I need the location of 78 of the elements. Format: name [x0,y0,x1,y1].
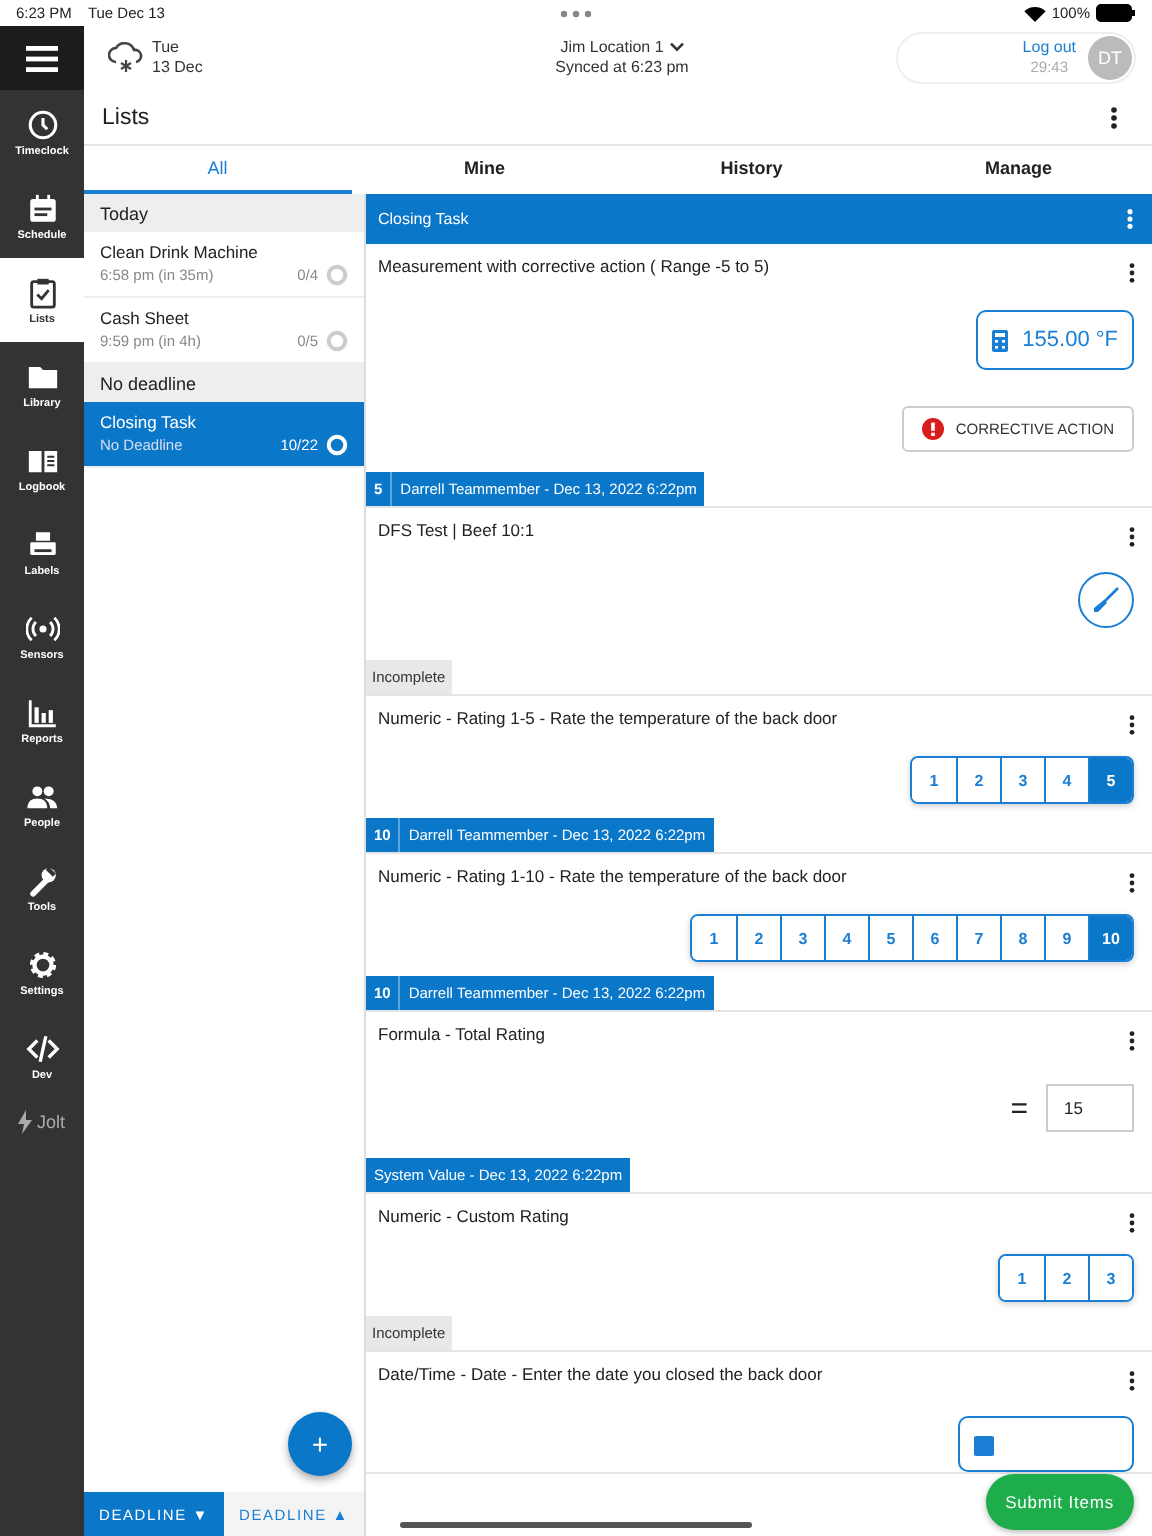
calculator-icon [992,329,1009,351]
wrench-icon [25,863,59,897]
thermometer-probe-icon [1092,586,1120,614]
cloud-snow-icon [108,42,144,74]
clock-icon [25,107,59,141]
rating-option[interactable]: 9 [1044,916,1088,960]
bolt-logo-icon [18,1110,33,1134]
sync-status: Synced at 6:23 pm [555,56,689,78]
task-title: DFS Test | Beef 10:1 [378,520,535,540]
more-icon[interactable] [1128,714,1136,736]
rating-option[interactable]: 6 [912,916,956,960]
rating-option[interactable]: 4 [824,916,868,960]
brand-name: Jolt [36,1112,65,1132]
list-item-title: Closing Task [100,410,199,434]
wifi-icon [1023,5,1046,21]
tab[interactable]: History [618,146,885,194]
date-field[interactable] [958,1416,1134,1472]
rating-option[interactable]: 1 [692,916,736,960]
gear-icon [25,947,59,981]
progress-ring-icon [326,433,348,455]
logout-link[interactable]: Log out [1022,38,1076,56]
task-title: Numeric - Custom Rating [378,1206,569,1226]
menu-icon [26,45,58,71]
alert-icon [921,418,944,440]
more-icon[interactable] [1128,262,1136,284]
rating-option[interactable]: 2 [736,916,780,960]
battery-icon [1096,4,1136,22]
rating-option[interactable]: 8 [1000,916,1044,960]
task-title: Formula - Total Rating [378,1024,545,1044]
weather-date: 13 Dec [152,58,203,78]
rating-option[interactable]: 2 [956,758,1000,802]
task-title: Numeric - Rating 1-5 - Rate the temperature of the back door [378,708,838,728]
chevron-down-icon [669,42,684,52]
page-title: Lists [102,105,150,129]
rating-option[interactable]: 3 [1088,1256,1132,1300]
clipboard-check-icon [25,275,59,309]
rating-option[interactable]: 7 [956,916,1000,960]
rating-option[interactable]: 5 [1088,758,1132,802]
rating-option[interactable]: 5 [868,916,912,960]
more-icon[interactable] [1128,1370,1136,1392]
rating-option[interactable]: 2 [1044,1256,1088,1300]
bar-chart-icon [25,695,59,729]
menu-button[interactable] [0,26,84,90]
weather-day: Tue [152,38,203,58]
printer-icon [25,527,59,561]
list-item-title: Clean Drink Machine [100,240,260,264]
section-heading: No deadline [84,364,364,402]
rating-option[interactable]: 4 [1044,758,1088,802]
multitask-dots-icon[interactable] [560,10,592,18]
section-heading: Today [84,194,364,232]
checklist-title: Closing Task [378,210,469,228]
location-dropdown[interactable]: Jim Location 1 [560,38,684,56]
add-button[interactable]: + [288,1412,352,1476]
progress-ring-icon [326,263,348,285]
submit-button[interactable]: Submit Items [985,1474,1134,1530]
rating-option[interactable]: 10 [1088,916,1132,960]
formula-result-field[interactable]: 15 [1046,1084,1134,1132]
tab[interactable]: Manage [885,146,1152,194]
tab[interactable]: Mine [351,146,618,194]
more-icon[interactable] [1128,872,1136,894]
equals-sign: = [1010,1091,1028,1125]
more-icon[interactable] [1128,1030,1136,1052]
probe-button[interactable] [1078,572,1134,628]
more-icon[interactable] [1128,526,1136,548]
task-title: Date/Time - Date - Enter the date you closed the back door [378,1364,823,1384]
rating-option[interactable]: 1 [912,758,956,802]
measurement-value-button[interactable]: 155.00 °F [976,310,1134,370]
progress-ring-icon [326,329,348,351]
task-title: Numeric - Rating 1-10 - Rate the temperature of the back door [378,866,847,886]
rating-option[interactable]: 1 [1000,1256,1044,1300]
more-icon[interactable] [1110,105,1118,129]
rating-option[interactable]: 3 [1000,758,1044,802]
signal-icon [25,611,59,645]
rating-option[interactable]: 3 [780,916,824,960]
list-item-title: Cash Sheet [100,306,191,330]
task-title: Measurement with corrective action ( Range -5 to 5) [378,256,770,276]
code-icon [25,1031,59,1065]
more-icon[interactable] [1128,1212,1136,1234]
